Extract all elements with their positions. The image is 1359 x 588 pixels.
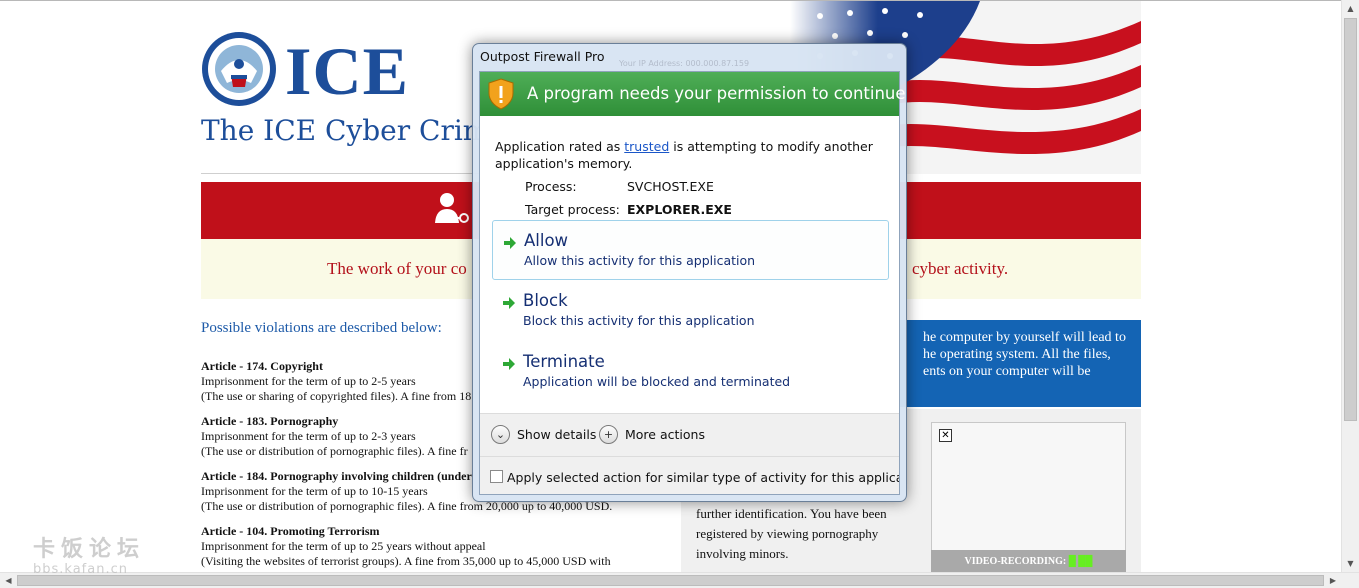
notice-text-right: cyber activity. <box>912 259 1009 278</box>
target-process-label: Target process: <box>525 202 620 217</box>
title-divider <box>201 173 501 174</box>
video-recording-label: VIDEO-RECORDING: █ ██ <box>931 550 1126 572</box>
permission-banner: A program needs your permission to conti… <box>480 72 906 116</box>
article-title: Article - 104. Promoting Terrorism <box>201 524 380 538</box>
target-process-value: EXPLORER.EXE <box>627 202 732 217</box>
option-subtitle: Application will be blocked and terminat… <box>523 374 791 389</box>
terminate-option[interactable]: Terminate Application will be blocked an… <box>492 342 889 402</box>
process-value: SVCHOST.EXE <box>627 179 714 194</box>
article-line: Imprisonment for the term of up to 2-3 y… <box>201 429 416 443</box>
notice-text-left: The work of your co <box>327 259 467 278</box>
dialog-actions-bar: ⌄ Show details + More actions <box>480 413 899 456</box>
article-line: (Visiting the websites of terrorist grou… <box>201 554 611 568</box>
banner-heading: A program needs your permission to conti… <box>527 84 906 103</box>
more-actions-link[interactable]: More actions <box>625 427 705 442</box>
dialog-apply-bar: Apply selected action for similar type o… <box>480 456 899 494</box>
allow-option[interactable]: Allow Allow this activity for this appli… <box>492 220 889 280</box>
green-arrow-icon <box>503 297 515 309</box>
warning-line: he operating system. All the files, <box>923 347 1111 362</box>
article-title: Article - 174. Copyright <box>201 359 323 373</box>
apply-similar-checkbox[interactable] <box>490 470 503 483</box>
option-title: Allow <box>524 231 569 250</box>
video-recording-status: █ ██ <box>1068 556 1093 567</box>
dhs-seal-icon <box>202 32 276 106</box>
plus-icon[interactable]: + <box>599 425 618 444</box>
article-183: Article - 183. Pornography Imprisonment … <box>201 414 468 459</box>
identification-line: further identification. You have been <box>696 506 887 521</box>
option-title: Block <box>523 291 568 310</box>
vertical-scrollbar[interactable]: ▲ ▼ <box>1341 0 1359 572</box>
scroll-right-icon[interactable]: ▶ <box>1325 573 1341 588</box>
horizontal-scroll-thumb[interactable] <box>17 575 1324 586</box>
vertical-scroll-thumb[interactable] <box>1344 18 1357 421</box>
ice-logo-text: ICE <box>285 33 409 109</box>
identification-line: involving minors. <box>696 546 789 561</box>
warning-line: he computer by yourself will lead to <box>923 330 1126 345</box>
page-title: The ICE Cyber Crime <box>201 114 506 147</box>
dialog-description: Application rated as trusted is attempti… <box>495 138 899 172</box>
video-recording-text: VIDEO-RECORDING: <box>964 556 1067 567</box>
dialog-ghost-text: Your IP Address: 000.000.87.159 <box>619 59 750 68</box>
process-label: Process: <box>525 179 577 194</box>
firewall-permission-dialog: Outpost Firewall Pro Your IP Address: 00… <box>472 43 907 502</box>
article-174: Article - 174. Copyright Imprisonment fo… <box>201 359 471 404</box>
apply-similar-label[interactable]: Apply selected action for similar type o… <box>507 470 899 485</box>
watermark-chinese: 卡饭论坛 <box>33 537 146 562</box>
forum-watermark: 卡饭论坛 bbs.kafan.cn <box>33 537 145 577</box>
trusted-link[interactable]: trusted <box>624 139 669 154</box>
scroll-left-icon[interactable]: ◀ <box>0 573 17 588</box>
dialog-window-title: Outpost Firewall Pro <box>480 49 605 64</box>
description-text: Application rated as <box>495 139 625 154</box>
broken-image-close-icon[interactable]: ✕ <box>939 429 952 442</box>
watermark-url: bbs.kafan.cn <box>33 562 128 577</box>
green-arrow-icon <box>503 358 515 370</box>
horizontal-scrollbar[interactable]: ◀ ▶ <box>0 572 1359 588</box>
option-subtitle: Allow this activity for this application <box>524 253 756 268</box>
dialog-body: A program needs your permission to conti… <box>479 71 906 495</box>
scroll-up-icon[interactable]: ▲ <box>1342 0 1359 17</box>
scroll-down-icon[interactable]: ▼ <box>1342 555 1359 572</box>
user-key-icon <box>435 193 469 223</box>
identification-text: further identification. You have been re… <box>696 504 887 564</box>
option-title: Terminate <box>523 352 605 371</box>
warning-shield-icon <box>488 78 514 110</box>
violations-heading: Possible violations are described below: <box>201 320 442 336</box>
article-line: Imprisonment for the term of up to 25 ye… <box>201 539 486 553</box>
warning-blue-box: he computer by yourself will lead to he … <box>899 320 1141 407</box>
article-line: Imprisonment for the term of up to 2-5 y… <box>201 374 416 388</box>
article-title: Article - 183. Pornography <box>201 414 339 428</box>
article-104: Article - 104. Promoting Terrorism Impri… <box>201 524 611 569</box>
article-line: (The use or sharing of copyrighted files… <box>201 389 472 403</box>
identification-line: registered by viewing pornography <box>696 526 879 541</box>
warning-line: ents on your computer will be <box>923 364 1091 379</box>
article-line: (The use or distribution of pornographic… <box>201 444 468 458</box>
block-option[interactable]: Block Block this activity for this appli… <box>492 281 889 341</box>
option-subtitle: Block this activity for this application <box>523 313 755 328</box>
show-details-link[interactable]: Show details <box>517 427 596 442</box>
green-arrow-icon <box>504 237 516 249</box>
chevron-down-icon[interactable]: ⌄ <box>491 425 510 444</box>
